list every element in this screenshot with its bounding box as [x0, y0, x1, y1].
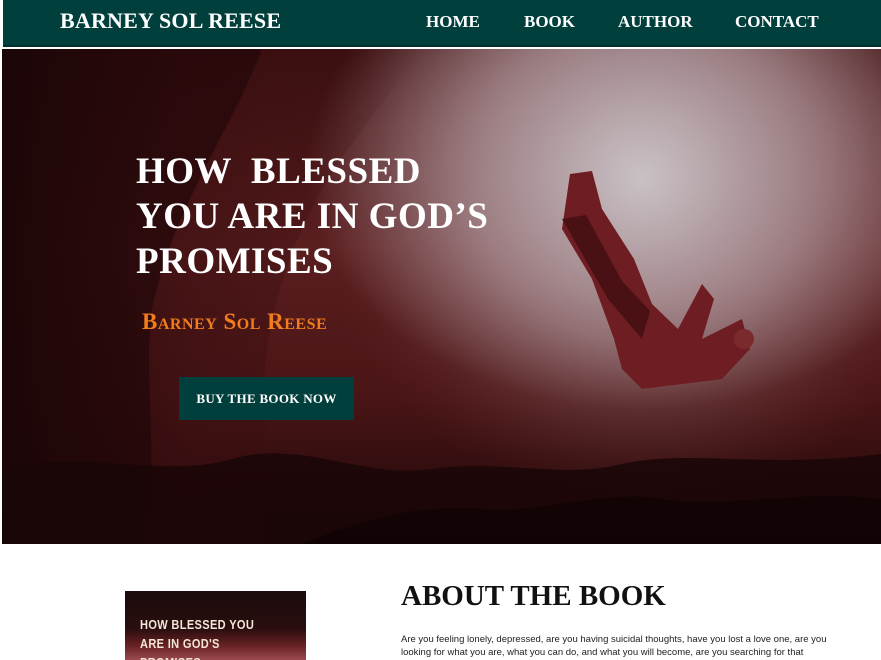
hero-section: HOW BLESSED YOU ARE IN GOD’S PROMISES Ba… [2, 49, 881, 544]
book-cover-image: HOW BLESSED YOU ARE IN GOD'S PROMISES [125, 591, 306, 660]
about-title: ABOUT THE BOOK [401, 580, 666, 612]
site-brand[interactable]: BARNEY SOL REESE [60, 8, 281, 34]
hero-title: HOW BLESSED YOU ARE IN GOD’S PROMISES [136, 151, 489, 282]
nav-contact[interactable]: CONTACT [735, 12, 819, 32]
about-description: Are you feeling lonely, depressed, are y… [401, 634, 827, 658]
hero-author-name: Barney Sol Reese [142, 309, 328, 334]
nav-home[interactable]: HOME [426, 12, 480, 32]
nav-author[interactable]: AUTHOR [618, 12, 693, 32]
buy-book-button[interactable]: BUY THE BOOK NOW [179, 377, 354, 420]
hero-background-image [2, 49, 881, 544]
book-cover-title: HOW BLESSED YOU ARE IN GOD'S PROMISES [140, 617, 255, 660]
nav-book[interactable]: BOOK [524, 12, 575, 32]
site-header: BARNEY SOL REESE HOME BOOK AUTHOR CONTAC… [3, 0, 881, 47]
